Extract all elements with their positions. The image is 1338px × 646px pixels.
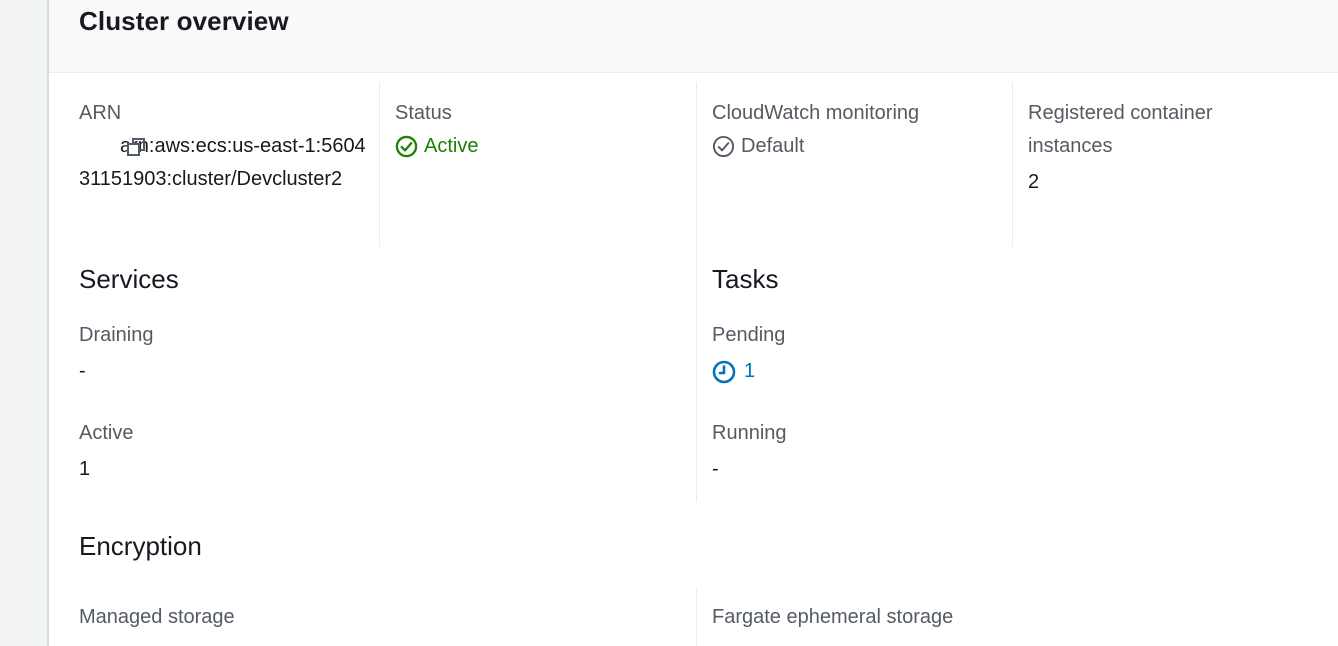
pending-value-row[interactable]: 1 bbox=[712, 355, 1272, 388]
pending-label: Pending bbox=[712, 324, 786, 346]
registered-value: 2 bbox=[1028, 171, 1040, 193]
status-value-row: Active bbox=[395, 130, 695, 163]
tasks-title: Tasks bbox=[712, 264, 779, 294]
panel-title: Cluster overview bbox=[79, 6, 289, 36]
cloudwatch-column: CloudWatch monitoring Default bbox=[712, 97, 1012, 163]
panel-header: Cluster overview bbox=[49, 0, 1338, 73]
services-active-value: 1 bbox=[79, 458, 91, 480]
draining-value: - bbox=[79, 360, 86, 382]
encryption-title: Encryption bbox=[79, 531, 202, 561]
status-column: Status Active bbox=[395, 97, 695, 163]
running-value: - bbox=[712, 458, 719, 480]
arn-value: arn:aws:ecs:us-east-1:560431151903:clust… bbox=[79, 135, 366, 190]
pending-value[interactable]: 1 bbox=[744, 355, 755, 388]
services-title: Services bbox=[79, 264, 179, 294]
registered-column: Registered container instances 2 bbox=[1028, 97, 1308, 199]
running-label: Running bbox=[712, 422, 787, 444]
column-divider bbox=[696, 82, 697, 502]
arn-value-row: arn:aws:ecs:us-east-1:560431151903:clust… bbox=[79, 130, 369, 196]
cluster-overview-panel: Cluster overview ARN arn:aws:ecs:us-east… bbox=[49, 0, 1338, 646]
arn-column: ARN arn:aws:ecs:us-east-1:560431151903:c… bbox=[79, 97, 379, 196]
arn-label: ARN bbox=[79, 102, 122, 124]
cloudwatch-label: CloudWatch monitoring bbox=[712, 102, 920, 124]
cloudwatch-value-row: Default bbox=[712, 130, 1012, 163]
services-section: Draining - Active 1 bbox=[79, 319, 639, 486]
left-rail bbox=[0, 0, 49, 646]
column-divider bbox=[1012, 82, 1013, 247]
tasks-section: Pending 1 Running - bbox=[712, 319, 1272, 486]
status-label: Status bbox=[395, 102, 452, 124]
services-active-label: Active bbox=[79, 422, 134, 444]
clock-icon bbox=[712, 360, 736, 384]
fargate-storage-label: Fargate ephemeral storage bbox=[712, 606, 954, 628]
check-circle-icon bbox=[395, 135, 418, 158]
status-value: Active bbox=[424, 135, 479, 157]
cloudwatch-value: Default bbox=[741, 135, 805, 157]
managed-storage-label: Managed storage bbox=[79, 606, 235, 628]
column-divider bbox=[696, 587, 697, 646]
registered-label: Registered container instances bbox=[1028, 102, 1213, 157]
copy-icon[interactable] bbox=[84, 137, 145, 159]
managed-storage-section: Managed storage bbox=[79, 601, 639, 634]
fargate-storage-section: Fargate ephemeral storage bbox=[712, 601, 1272, 634]
check-circle-outline-icon bbox=[712, 135, 735, 158]
draining-label: Draining bbox=[79, 324, 154, 346]
column-divider bbox=[379, 82, 380, 247]
page: Cluster overview ARN arn:aws:ecs:us-east… bbox=[0, 0, 1338, 646]
